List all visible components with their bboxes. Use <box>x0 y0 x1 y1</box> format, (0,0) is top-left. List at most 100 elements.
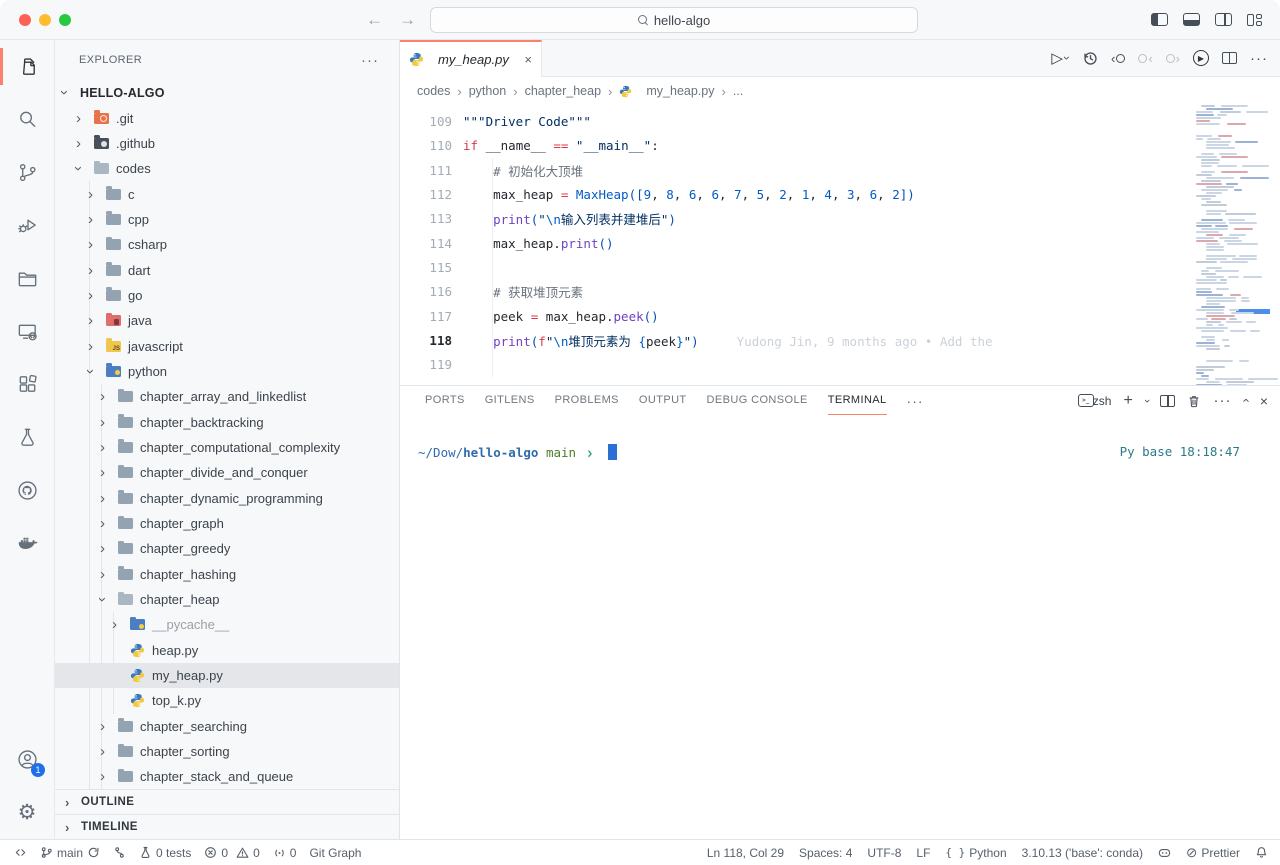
testing-icon[interactable] <box>0 411 54 464</box>
previous-change-icon[interactable]: ‹ <box>1138 51 1152 66</box>
tree-item-chapter-backtracking[interactable]: chapter_backtracking <box>55 409 399 434</box>
git-graph-branch-icon[interactable] <box>113 846 126 859</box>
compare-previous-icon[interactable]: ‹ <box>1111 51 1125 66</box>
tree-item-chapter-graph[interactable]: chapter_graph <box>55 511 399 536</box>
tree-item-chapter-hashing[interactable]: chapter_hashing <box>55 562 399 587</box>
run-code-icon[interactable]: ▶ <box>1193 50 1209 66</box>
git-graph-button[interactable]: Git Graph <box>309 846 361 860</box>
terminal[interactable]: ~/Dow/hello-algo main › Py base 18:18:47 <box>400 415 1280 839</box>
code-line-112[interactable]: 112 max_heap = MaxHeap([9, 8, 6, 6, 7, 5… <box>400 182 1192 206</box>
close-window-button[interactable] <box>19 14 31 26</box>
split-terminal-icon[interactable] <box>1160 395 1175 407</box>
timeline-section[interactable]: TIMELINE <box>55 814 399 839</box>
tree-item-top-k-py[interactable]: top_k.py <box>55 688 399 713</box>
source-control-icon[interactable] <box>0 146 54 199</box>
kill-terminal-icon[interactable] <box>1187 394 1201 408</box>
remote-explorer-icon[interactable] <box>0 305 54 358</box>
tab-my-heap[interactable]: my_heap.py × <box>400 40 542 77</box>
feedback-status[interactable]: 0 <box>273 846 297 860</box>
tree-item-dart[interactable]: dart <box>55 257 399 282</box>
close-panel-icon[interactable]: × <box>1260 393 1268 409</box>
tree-item-java[interactable]: java <box>55 308 399 333</box>
tree-item--git[interactable]: .git <box>55 105 399 130</box>
terminal-dropdown-icon[interactable]: › <box>1141 399 1153 403</box>
eol-status[interactable]: LF <box>916 846 930 860</box>
outline-section[interactable]: OUTLINE <box>55 789 399 814</box>
code-line-115[interactable]: 115 <box>400 255 1192 279</box>
toggle-secondary-sidebar-icon[interactable] <box>1215 13 1232 26</box>
code-line-116[interactable]: 116 # 获取堆顶元素 <box>400 280 1192 304</box>
tree-item-chapter-divide-and-conquer[interactable]: chapter_divide_and_conquer <box>55 460 399 485</box>
tree-item--pycache-[interactable]: __pycache__ <box>55 612 399 637</box>
panel-tab-debug-console[interactable]: DEBUG CONSOLE <box>707 386 808 415</box>
prettier-status[interactable]: ⊘ Prettier <box>1186 846 1240 860</box>
notifications-bell-icon[interactable] <box>1255 846 1268 859</box>
tree-item-python[interactable]: python <box>55 359 399 384</box>
terminal-shell-selector[interactable]: >_ zsh <box>1078 394 1112 408</box>
project-folder-icon[interactable] <box>0 252 54 305</box>
settings-gear-icon[interactable]: ⚙ <box>0 786 54 839</box>
panel-tab-gitlens[interactable]: GITLENS <box>485 386 535 415</box>
tree-item-chapter-searching[interactable]: chapter_searching <box>55 714 399 739</box>
tests-status[interactable]: 0 tests <box>139 846 191 860</box>
tree-item-chapter-greedy[interactable]: chapter_greedy <box>55 536 399 561</box>
problems-status[interactable]: 0 0 <box>204 846 259 860</box>
github-icon[interactable] <box>0 464 54 517</box>
panel-tab-problems[interactable]: PROBLEMS <box>555 386 619 415</box>
code-line-113[interactable]: 113 print("\n输入列表并建堆后") <box>400 207 1192 231</box>
breadcrumb-codes[interactable]: codes <box>417 84 450 98</box>
minimize-window-button[interactable] <box>39 14 51 26</box>
editor-more-actions-icon[interactable]: ··· <box>1250 50 1268 67</box>
search-view-icon[interactable] <box>0 93 54 146</box>
next-change-icon[interactable]: › <box>1166 51 1180 66</box>
code-line-111[interactable]: 111 # 初始化大顶堆 <box>400 158 1192 182</box>
code-line-119[interactable]: 119 <box>400 353 1192 377</box>
tree-item-chapter-heap[interactable]: chapter_heap <box>55 587 399 612</box>
tree-item-csharp[interactable]: csharp <box>55 232 399 257</box>
command-center-search[interactable]: hello-algo <box>430 7 918 33</box>
customize-layout-icon[interactable] <box>1247 13 1264 26</box>
tree-item-my-heap-py[interactable]: my_heap.py <box>55 663 399 688</box>
tree-item-c[interactable]: c <box>55 181 399 206</box>
encoding-status[interactable]: UTF-8 <box>867 846 901 860</box>
tree-item-chapter-computational-complexity[interactable]: chapter_computational_complexity <box>55 435 399 460</box>
panel-tab-terminal[interactable]: TERMINAL <box>828 386 887 415</box>
tree-item-javascript[interactable]: javascript <box>55 333 399 358</box>
indentation-status[interactable]: Spaces: 4 <box>799 846 852 860</box>
run-python-file-button[interactable]: ▷› <box>1051 51 1069 66</box>
docker-icon[interactable] <box>0 517 54 570</box>
git-branch-status[interactable]: main <box>40 846 100 860</box>
accounts-icon[interactable]: 1 <box>0 733 54 786</box>
run-debug-icon[interactable] <box>0 199 54 252</box>
maximize-panel-icon[interactable]: › <box>1238 398 1253 402</box>
panel-more-tabs-icon[interactable]: ··· <box>907 393 924 409</box>
code-line-110[interactable]: 110if __name__ == "__main__": <box>400 134 1192 158</box>
code-line-118[interactable]: 118 print(f"\n堆顶元素为 {peek}")Yudong Jin, … <box>400 328 1192 352</box>
copilot-icon[interactable] <box>1158 846 1171 859</box>
panel-tab-output[interactable]: OUTPUT <box>639 386 687 415</box>
split-editor-icon[interactable] <box>1222 52 1237 64</box>
code-line-117[interactable]: 117 peek = max_heap.peek() <box>400 304 1192 328</box>
timeline-history-icon[interactable] <box>1082 50 1098 66</box>
panel-tab-ports[interactable]: PORTS <box>425 386 465 415</box>
explorer-icon[interactable] <box>0 40 54 93</box>
tree-item-chapter-stack-and-queue[interactable]: chapter_stack_and_queue <box>55 764 399 789</box>
tree-item-chapter-array-and-linkedlist[interactable]: chapter_array_and_linkedlist <box>55 384 399 409</box>
python-interpreter[interactable]: 3.10.13 ('base': conda) <box>1022 846 1143 860</box>
breadcrumb-symbol[interactable]: ... <box>733 84 743 98</box>
tree-item-cpp[interactable]: cpp <box>55 207 399 232</box>
toggle-primary-sidebar-icon[interactable] <box>1151 13 1168 26</box>
tree-item--github[interactable]: .github <box>55 131 399 156</box>
minimap[interactable] <box>1192 105 1270 385</box>
cursor-position[interactable]: Ln 118, Col 29 <box>707 846 784 860</box>
new-terminal-icon[interactable]: + <box>1123 392 1132 410</box>
tree-item-chapter-sorting[interactable]: chapter_sorting <box>55 739 399 764</box>
toggle-panel-icon[interactable] <box>1183 13 1200 26</box>
sync-icon[interactable] <box>87 846 100 859</box>
tree-item-heap-py[interactable]: heap.py <box>55 638 399 663</box>
tree-item-go[interactable]: go <box>55 283 399 308</box>
breadcrumb-python[interactable]: python <box>469 84 507 98</box>
tree-item-chapter-dynamic-programming[interactable]: chapter_dynamic_programming <box>55 486 399 511</box>
tree-item-codes[interactable]: codes <box>55 156 399 181</box>
history-forward-button[interactable]: → <box>399 10 416 30</box>
